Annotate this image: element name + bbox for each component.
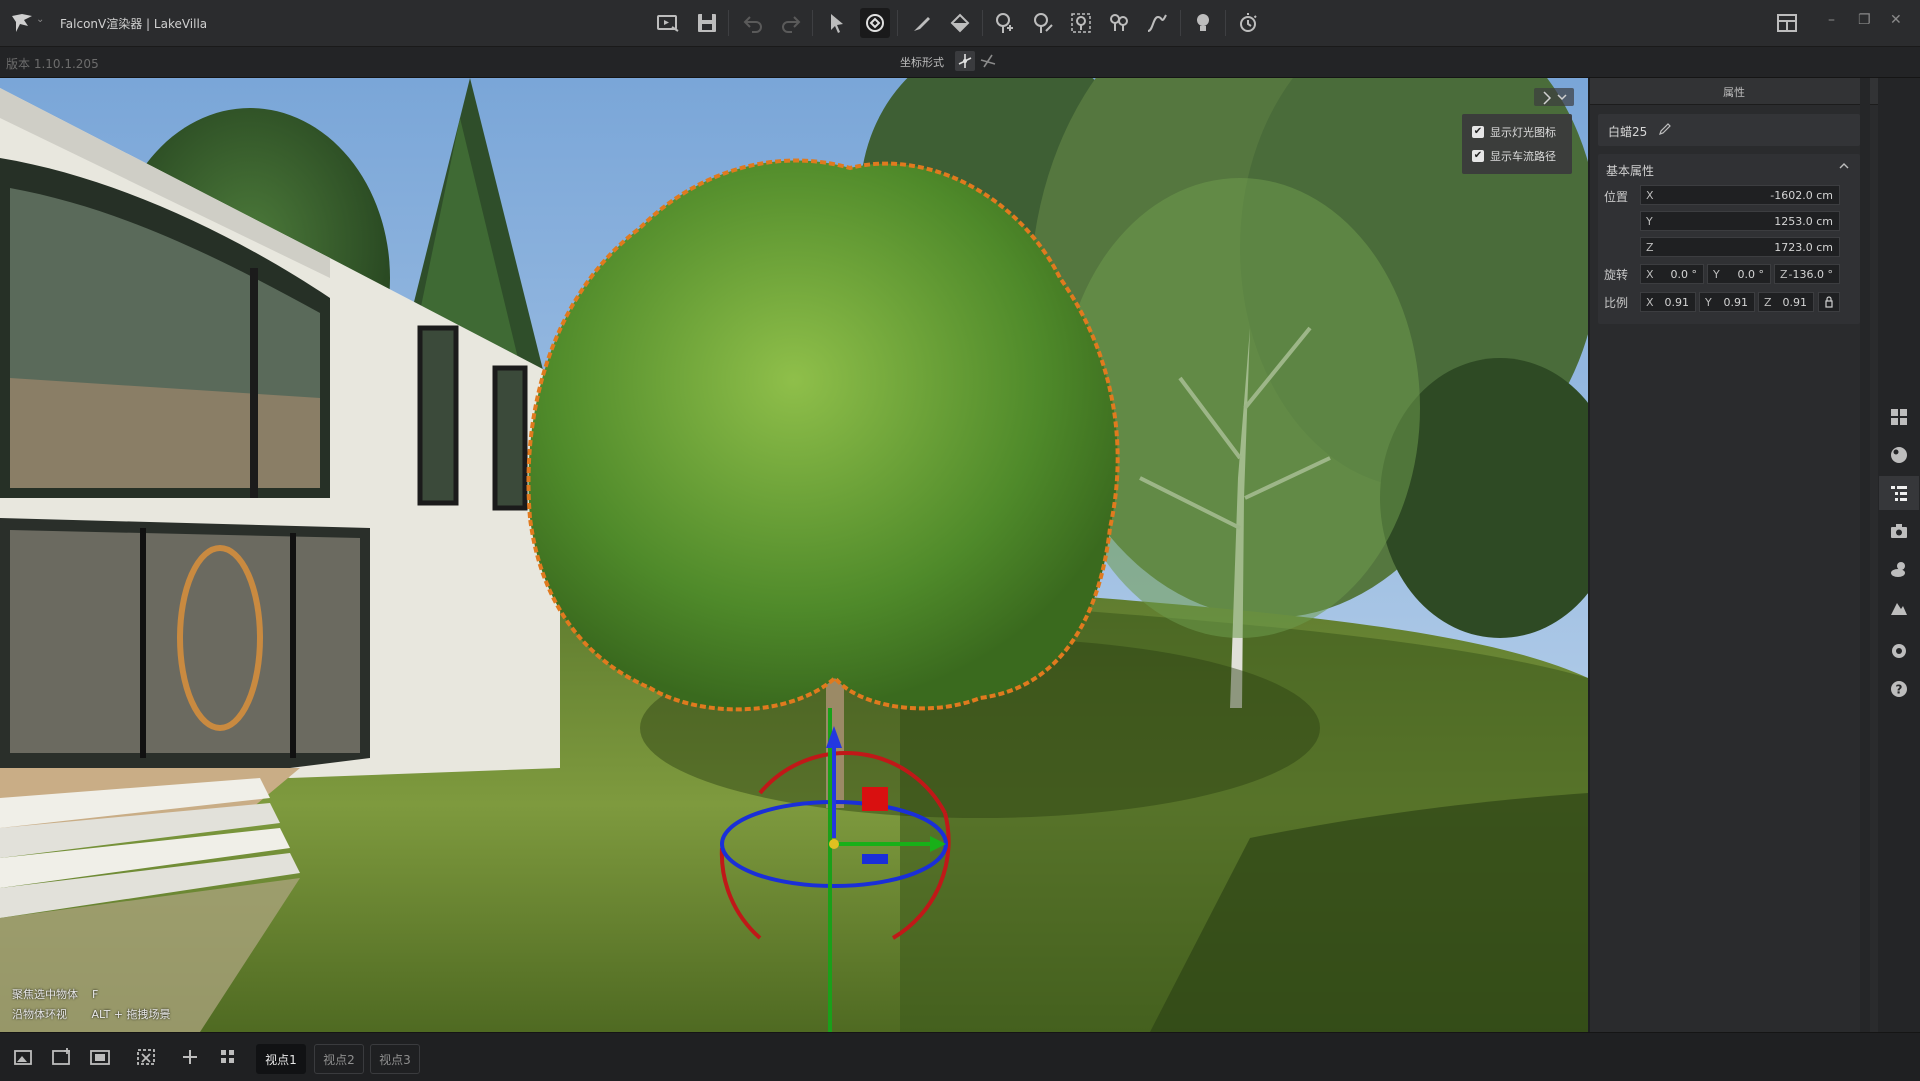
position-y-input[interactable]: Y 1253.0 cm <box>1640 211 1840 231</box>
viewport-options-button[interactable] <box>1534 88 1574 106</box>
rotation-z-input[interactable]: Z -136.0 ° <box>1774 264 1840 284</box>
transform-gizmo-icon[interactable] <box>860 8 890 38</box>
material-icon[interactable] <box>1886 442 1912 468</box>
scale-lock-icon[interactable] <box>1818 292 1840 312</box>
viewpoint-tab-2[interactable]: 视点2 <box>314 1044 364 1074</box>
app-title: FalconV渲染器 | LakeVilla <box>60 17 208 31</box>
viewpoint-tab-3[interactable]: 视点3 <box>370 1044 420 1074</box>
scale-y-value: 0.91 <box>1723 296 1749 309</box>
select-arrow-icon[interactable] <box>822 8 852 38</box>
grid-view-icon[interactable] <box>214 1043 242 1071</box>
scale-z-value: 0.91 <box>1782 296 1808 309</box>
object-name: 白蜡25 <box>1608 125 1648 139</box>
world-coord-icon[interactable] <box>978 51 998 71</box>
scale-y-input[interactable]: Y 0.91 <box>1699 292 1755 312</box>
fill-icon[interactable] <box>945 8 975 38</box>
option-label: 显示车流路径 <box>1490 150 1556 163</box>
app-logo-icon[interactable] <box>10 12 34 34</box>
coord-mode-label: 坐标形式 <box>900 56 944 69</box>
svg-text:?: ? <box>1896 683 1903 697</box>
add-icon[interactable] <box>176 1043 204 1071</box>
tree-brush-icon[interactable] <box>1028 8 1058 38</box>
scale-z-input[interactable]: Z 0.91 <box>1758 292 1814 312</box>
edit-pencil-icon[interactable] <box>1658 122 1672 139</box>
basic-properties-section: 基本属性 位置 X -1602.0 cm Y 1253.0 cm Z 1723.… <box>1598 154 1860 324</box>
capture-viewpoint-icon[interactable] <box>86 1043 114 1071</box>
place-tree-icon[interactable] <box>990 8 1020 38</box>
properties-panel: 属性 白蜡25 基本属性 位置 X -1602.0 cm Y 1253.0 cm… <box>1590 78 1878 1032</box>
3d-viewport[interactable]: ✔ 显示灯光图标 ✔ 显示车流路径 聚焦选中物体 F 沿物体环视 ALT + 拖… <box>0 78 1588 1032</box>
minimize-icon[interactable]: – <box>1828 12 1835 28</box>
position-x-value: -1602.0 cm <box>1770 189 1833 202</box>
rotation-y-value: 0.0 ° <box>1737 268 1765 281</box>
scale-label: 比例 <box>1604 296 1629 310</box>
show-light-icons-option[interactable]: ✔ 显示灯光图标 <box>1472 122 1556 142</box>
status-bar: 版本 1.10.1.205 坐标形式 <box>0 47 1920 78</box>
tree-path-icon[interactable] <box>1104 8 1134 38</box>
redo-icon[interactable] <box>776 8 806 38</box>
viewpoint-tab-1[interactable]: 视点1 <box>256 1044 306 1074</box>
object-name-row[interactable]: 白蜡25 <box>1598 114 1860 146</box>
help-icon[interactable]: ? <box>1886 676 1912 702</box>
rotation-z-value: -136.0 ° <box>1788 268 1833 281</box>
collapse-chevron-icon[interactable] <box>1838 160 1850 175</box>
rotation-x-value: 0.0 ° <box>1670 268 1698 281</box>
position-z-input[interactable]: Z 1723.0 cm <box>1640 237 1840 257</box>
layout-icon[interactable] <box>1772 8 1802 38</box>
checkbox-checked-icon[interactable]: ✔ <box>1472 150 1484 162</box>
local-coord-icon[interactable] <box>955 51 975 71</box>
focus-hint: 聚焦选中物体 F <box>12 988 99 1001</box>
panel-scrollbar[interactable] <box>1860 78 1870 1032</box>
update-viewpoint-icon[interactable] <box>48 1043 76 1071</box>
panel-title: 属性 <box>1723 86 1745 99</box>
scene-tree-icon[interactable] <box>1886 480 1912 506</box>
section-title: 基本属性 <box>1606 164 1655 178</box>
orbit-hint: 沿物体环视 ALT + 拖拽场景 <box>12 1008 171 1021</box>
tree-scatter-icon[interactable] <box>1066 8 1096 38</box>
position-z-value: 1723.0 cm <box>1774 241 1833 254</box>
checkbox-checked-icon[interactable]: ✔ <box>1472 126 1484 138</box>
undo-icon[interactable] <box>738 8 768 38</box>
weather-icon[interactable] <box>1886 556 1912 582</box>
add-viewpoint-image-icon[interactable] <box>10 1043 38 1071</box>
restore-icon[interactable]: ❐ <box>1858 12 1871 28</box>
rotation-x-input[interactable]: X 0.0 ° <box>1640 264 1704 284</box>
close-icon[interactable]: ✕ <box>1890 12 1902 28</box>
scale-x-value: 0.91 <box>1664 296 1690 309</box>
save-icon[interactable] <box>692 8 722 38</box>
position-y-value: 1253.0 cm <box>1774 215 1833 228</box>
assets-grid-icon[interactable] <box>1886 404 1912 430</box>
time-of-day-icon[interactable] <box>1233 8 1263 38</box>
scene-render <box>0 78 1588 1032</box>
scale-x-input[interactable]: X 0.91 <box>1640 292 1696 312</box>
viewpoint-bar: 视点1 视点2 视点3 <box>0 1032 1920 1081</box>
menu-caret-icon[interactable]: ⌄ <box>36 14 44 25</box>
version-label: 版本 1.10.1.205 <box>6 57 99 71</box>
display-options-panel: ✔ 显示灯光图标 ✔ 显示车流路径 <box>1462 114 1572 174</box>
terrain-icon[interactable] <box>1886 594 1912 620</box>
position-x-input[interactable]: X -1602.0 cm <box>1640 185 1840 205</box>
brush-icon[interactable] <box>907 8 937 38</box>
show-traffic-path-option[interactable]: ✔ 显示车流路径 <box>1472 146 1556 166</box>
panel-header: 属性 <box>1590 78 1878 105</box>
title-bar: ⌄ FalconV渲染器 | LakeVilla – ❐ ✕ <box>0 0 1920 47</box>
rotation-y-input[interactable]: Y 0.0 ° <box>1707 264 1771 284</box>
camera-icon[interactable] <box>1886 518 1912 544</box>
light-bulb-icon[interactable] <box>1188 8 1218 38</box>
render-icon[interactable] <box>653 8 683 38</box>
rotation-label: 旋转 <box>1604 268 1629 282</box>
delete-viewpoint-icon[interactable] <box>132 1043 160 1071</box>
position-label: 位置 <box>1604 190 1629 204</box>
curve-icon[interactable] <box>1142 8 1172 38</box>
option-label: 显示灯光图标 <box>1490 126 1556 139</box>
tool-rail: ? <box>1878 78 1920 1032</box>
settings-icon[interactable] <box>1886 638 1912 664</box>
